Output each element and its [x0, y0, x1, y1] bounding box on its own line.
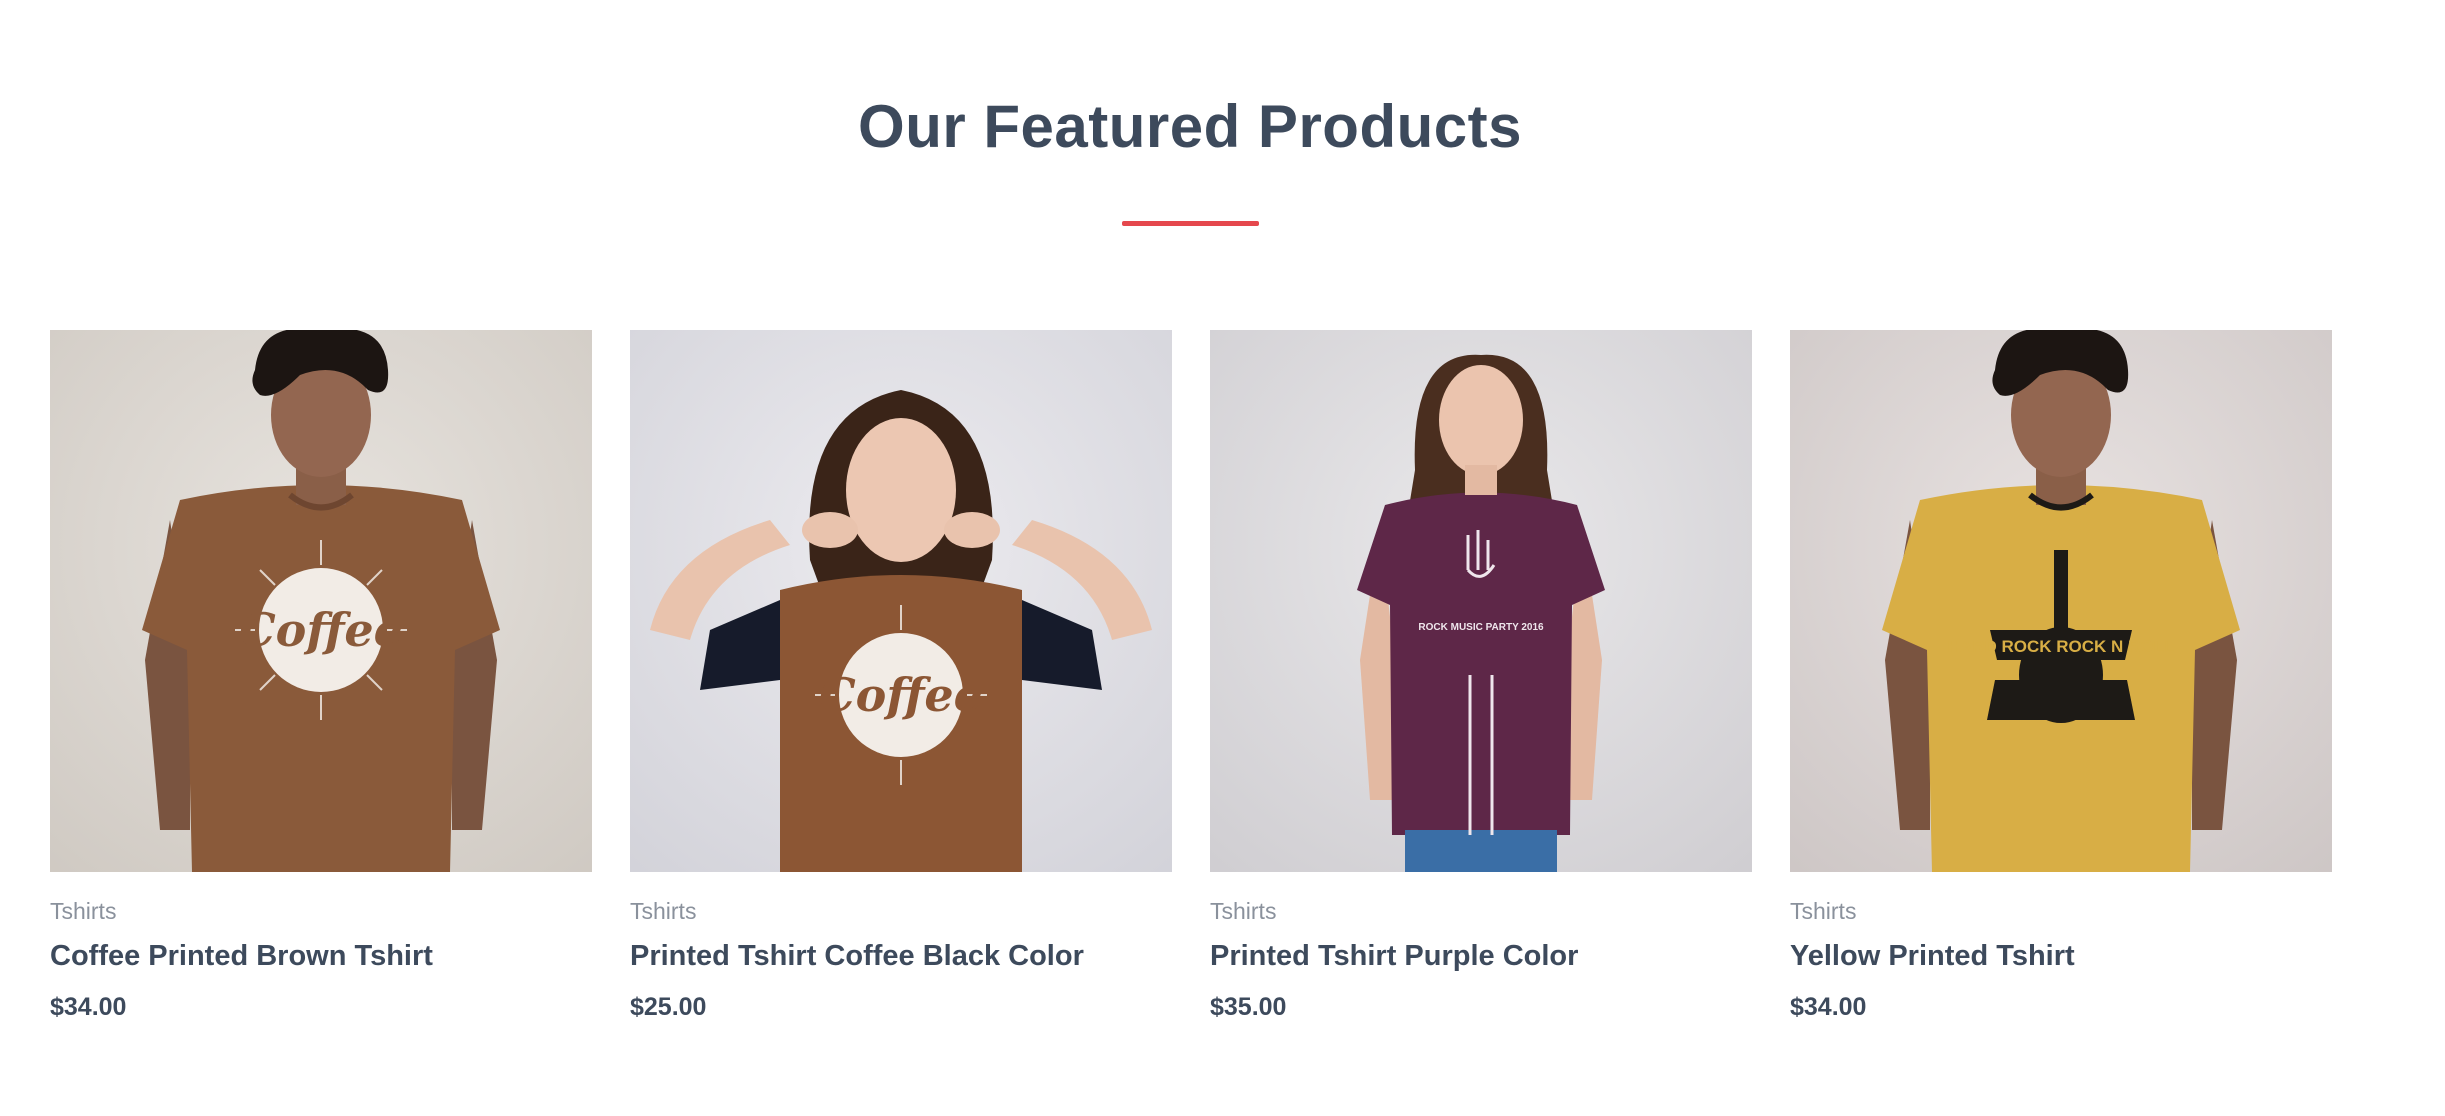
product-card: ROCK MUSIC PARTY 2016 Tshirts Printed Ts… — [1210, 330, 1752, 1050]
product-category[interactable]: Tshirts — [50, 898, 592, 925]
product-name[interactable]: Printed Tshirt Coffee Black Color — [630, 940, 1172, 973]
product-image-link[interactable]: HARD ROCK ROCK N ROLL — [1790, 330, 2332, 872]
product-name[interactable]: Coffee Printed Brown Tshirt — [50, 940, 592, 973]
product-image: Coffee — [630, 330, 1172, 872]
product-price: $34.00 — [50, 993, 127, 1021]
featured-products-section: Our Featured Products Coffee Tshirts Cof… — [0, 0, 2445, 1116]
shirt-print-text: HARD ROCK ROCK N ROLL — [1948, 637, 2175, 656]
product-image-link[interactable]: Coffee — [50, 330, 592, 872]
shirt-print-text: Coffee — [819, 668, 983, 722]
product-price: $25.00 — [630, 993, 707, 1021]
product-category[interactable]: Tshirts — [630, 898, 1172, 925]
product-image: Coffee — [50, 330, 592, 872]
product-image: ROCK MUSIC PARTY 2016 — [1210, 330, 1752, 872]
product-name[interactable]: Printed Tshirt Purple Color — [1210, 940, 1752, 973]
shirt-print-text: Coffee — [239, 603, 403, 657]
product-price: $35.00 — [1210, 993, 1287, 1021]
section-title: Our Featured Products — [858, 93, 1522, 160]
product-card: Coffee Tshirts Printed Tshirt Coffee Bla… — [630, 330, 1172, 1050]
product-card: HARD ROCK ROCK N ROLL Tshirts Yellow Pri… — [1790, 330, 2332, 1050]
product-name[interactable]: Yellow Printed Tshirt — [1790, 940, 2332, 973]
product-image-link[interactable]: ROCK MUSIC PARTY 2016 — [1210, 330, 1752, 872]
product-price: $34.00 — [1790, 993, 1867, 1021]
product-category[interactable]: Tshirts — [1210, 898, 1752, 925]
shirt-print-text: ROCK MUSIC PARTY 2016 — [1418, 622, 1544, 633]
title-divider — [1122, 221, 1259, 226]
product-card: Coffee Tshirts Coffee Printed Brown Tshi… — [50, 330, 592, 1050]
product-grid: Coffee Tshirts Coffee Printed Brown Tshi… — [50, 330, 2333, 1050]
product-image-link[interactable]: Coffee — [630, 330, 1172, 872]
product-category[interactable]: Tshirts — [1790, 898, 2332, 925]
product-image: HARD ROCK ROCK N ROLL — [1790, 330, 2332, 872]
